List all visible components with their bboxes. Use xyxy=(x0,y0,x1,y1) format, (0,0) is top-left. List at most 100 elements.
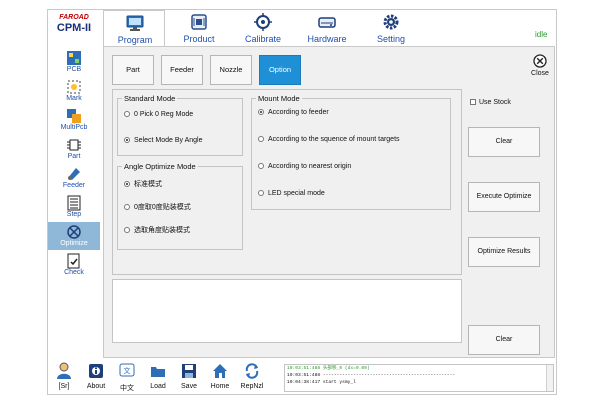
nav-item-mark[interactable]: Mark xyxy=(48,77,100,105)
log-line: 10:03:51:488 头部移_0 (dx=0.00) xyxy=(287,366,370,371)
subtab-part[interactable]: Part xyxy=(112,55,154,85)
chip-icon xyxy=(67,139,81,151)
tab-product[interactable]: Product xyxy=(168,10,230,46)
folder-icon xyxy=(151,367,165,377)
tab-hardware-label: Hardware xyxy=(307,34,347,44)
radio-button[interactable] xyxy=(124,227,130,233)
radio-button[interactable] xyxy=(124,204,130,210)
radio-button[interactable] xyxy=(124,181,130,187)
execute-optimize-button[interactable]: Execute Optimize xyxy=(468,182,540,212)
nav-item-optimize[interactable]: Optimize xyxy=(48,222,100,250)
radio-label: According to the squence of mount target… xyxy=(268,136,400,143)
options-frame: Standard Mode 0 Pick 0 Reg Mode Select M… xyxy=(112,89,462,275)
radio-label: 标准模式 xyxy=(134,181,162,188)
hard-drive-icon xyxy=(318,17,336,28)
check-document-icon xyxy=(67,253,80,269)
replace-nozzle-label: RepNzl xyxy=(240,383,264,390)
home-button[interactable]: Home xyxy=(205,360,235,394)
save-button[interactable]: Save xyxy=(174,360,204,394)
radio-label: LED special mode xyxy=(268,190,325,197)
checkbox-box[interactable] xyxy=(470,99,476,105)
crosshair-icon xyxy=(254,13,272,31)
tab-calibrate[interactable]: Calibrate xyxy=(232,10,294,46)
nav-item-part[interactable]: Part xyxy=(48,135,100,163)
subtab-feeder[interactable]: Feeder xyxy=(161,55,203,85)
radio-zero-degree-mode[interactable]: 0度取0度贴装模式 xyxy=(124,202,191,212)
mount-mode-group: Mount Mode According to feeder According… xyxy=(251,94,451,210)
radio-button[interactable] xyxy=(124,137,130,143)
info-icon xyxy=(89,364,103,378)
log-console[interactable]: 10:03:51:488 头部移_0 (dx=0.00) 10:03:51:48… xyxy=(284,364,554,392)
radio-0-pick-0-reg[interactable]: 0 Pick 0 Reg Mode xyxy=(124,111,193,118)
subtab-nozzle[interactable]: Nozzle xyxy=(210,55,252,85)
radio-label: According to feeder xyxy=(268,109,329,116)
optimize-icon xyxy=(67,225,81,239)
radio-button[interactable] xyxy=(258,136,264,142)
home-icon xyxy=(213,364,227,378)
angle-optimize-mode-group: Angle Optimize Mode 标准模式 0度取0度贴装模式 选取角度贴… xyxy=(117,162,243,250)
nav-item-multipcb[interactable]: MultiPcb xyxy=(48,106,100,134)
nav-item-label: Step xyxy=(66,211,82,218)
feeder-icon xyxy=(68,168,80,180)
tab-setting-label: Setting xyxy=(376,34,406,44)
bottom-toolbar: [Sr] About 文 中文 Load Save Home RepNzl 10… xyxy=(48,360,556,394)
monitor-icon xyxy=(126,15,144,31)
radio-mount-target-sequence[interactable]: According to the squence of mount target… xyxy=(258,136,400,143)
close-button[interactable]: Close xyxy=(527,53,553,81)
optimize-results-button[interactable]: Optimize Results xyxy=(468,237,540,267)
tab-setting[interactable]: Setting xyxy=(360,10,422,46)
log-scrollbar[interactable] xyxy=(546,365,553,391)
radio-select-by-angle[interactable]: Select Mode By Angle xyxy=(124,137,203,144)
nav-item-check[interactable]: Check xyxy=(48,251,100,279)
nav-item-label: PCB xyxy=(66,66,82,73)
replace-nozzle-icon xyxy=(245,363,259,379)
load-button[interactable]: Load xyxy=(143,360,173,394)
mount-mode-title: Mount Mode xyxy=(256,94,302,103)
model-name: CPM-II xyxy=(56,22,92,34)
radio-button[interactable] xyxy=(124,111,130,117)
radio-select-angle-mode[interactable]: 选取角度贴装模式 xyxy=(124,225,190,235)
use-stock-checkbox[interactable]: Use Stock xyxy=(470,99,511,106)
tab-product-label: Product xyxy=(183,34,215,44)
log-line: 10:03:51:488 ---------------------------… xyxy=(287,373,456,378)
tab-calibrate-label: Calibrate xyxy=(244,34,282,44)
standard-mode-title: Standard Mode xyxy=(122,94,178,103)
subtab-option[interactable]: Option xyxy=(259,55,301,85)
nav-item-label: Mark xyxy=(66,95,82,102)
svg-text:文: 文 xyxy=(124,366,131,375)
tab-hardware[interactable]: Hardware xyxy=(296,10,358,46)
save-disk-icon xyxy=(182,364,196,378)
nav-item-label: Part xyxy=(67,153,81,160)
multi-pcb-icon xyxy=(67,109,81,123)
radio-according-to-feeder[interactable]: According to feeder xyxy=(258,109,329,116)
radio-label: 0 Pick 0 Reg Mode xyxy=(134,111,194,118)
tab-program-label: Program xyxy=(117,35,153,45)
about-button[interactable]: About xyxy=(81,360,111,394)
gear-icon xyxy=(383,14,399,30)
clear-bottom-button[interactable]: Clear xyxy=(468,325,540,355)
radio-label: 选取角度贴装模式 xyxy=(134,227,190,234)
pcb-icon xyxy=(67,51,81,65)
angle-optimize-mode-title: Angle Optimize Mode xyxy=(122,162,198,171)
radio-nearest-origin[interactable]: According to nearest origin xyxy=(258,163,351,170)
radio-button[interactable] xyxy=(258,163,264,169)
tab-program[interactable]: Program xyxy=(103,10,165,46)
nav-item-step[interactable]: Step xyxy=(48,193,100,221)
clear-top-button[interactable]: Clear xyxy=(468,127,540,157)
nav-item-pcb[interactable]: PCB xyxy=(48,48,100,76)
nav-item-label: Optimize xyxy=(60,240,88,247)
nav-item-label: Feeder xyxy=(62,182,86,189)
close-icon xyxy=(533,54,547,68)
language-button[interactable]: 文 中文 xyxy=(112,360,142,394)
radio-standard-mode[interactable]: 标准模式 xyxy=(124,179,162,189)
close-label: Close xyxy=(531,70,549,77)
radio-button[interactable] xyxy=(258,190,264,196)
step-list-icon xyxy=(67,195,81,211)
user-icon xyxy=(57,362,71,379)
radio-button[interactable] xyxy=(258,109,264,115)
replace-nozzle-button[interactable]: RepNzl xyxy=(237,360,267,394)
user-button[interactable]: [Sr] xyxy=(49,360,79,394)
optimize-panel: Part Feeder Nozzle Option Close Standard… xyxy=(103,46,555,358)
nav-item-feeder[interactable]: Feeder xyxy=(48,164,100,192)
radio-led-special-mode[interactable]: LED special mode xyxy=(258,190,325,197)
